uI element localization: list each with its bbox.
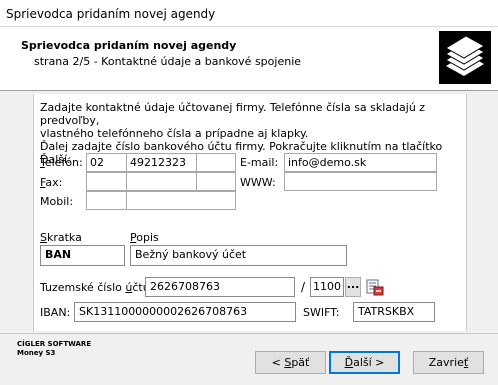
telefon-ext-input[interactable] (196, 153, 236, 172)
skratka-label: Skratka (40, 231, 82, 244)
popis-label: Popis (130, 231, 159, 244)
window-title: Sprievodca pridaním novej agendy (6, 7, 216, 21)
bank-code-input[interactable]: 1100 (310, 277, 344, 297)
skratka-input[interactable]: BAN (40, 245, 125, 266)
account-number-input[interactable]: 2626708763 (145, 277, 295, 297)
mobil-prefix-input[interactable] (86, 191, 127, 210)
fax-number-input[interactable] (126, 172, 197, 191)
intro-line-2: vlastného telefónneho čísla a prípadne a… (40, 127, 309, 140)
account-slash: / (301, 280, 306, 294)
swift-input[interactable]: TATRSKBX (353, 302, 435, 322)
fax-ext-input[interactable] (196, 172, 236, 191)
cancel-button[interactable]: Zavrieť (413, 351, 484, 374)
company-name: CÍGLER SOFTWARE Money S3 (17, 340, 91, 358)
account-label: Tuzemské číslo účtu: (40, 281, 154, 294)
www-label: WWW: (240, 176, 276, 189)
footer-separator (0, 333, 498, 334)
fax-label: Fax: (40, 176, 63, 189)
swift-label: SWIFT: (303, 306, 340, 319)
mobil-label: Mobil: (40, 195, 74, 208)
title-bar: Sprievodca pridaním novej agendy (0, 0, 498, 27)
iban-label: IBAN: (40, 306, 71, 319)
telefon-prefix-input[interactable]: 02 (86, 153, 127, 172)
intro-line-1: Zadajte kontaktné údaje účtovanej firmy.… (40, 101, 426, 127)
popis-input[interactable]: Bežný bankový účet (130, 245, 347, 266)
email-label: E-mail: (240, 156, 279, 169)
back-button[interactable]: < Späť (255, 351, 326, 374)
www-input[interactable] (284, 172, 437, 191)
telefon-number-input[interactable]: 49212323 (126, 153, 197, 172)
company-line-1: CÍGLER SOFTWARE (17, 340, 92, 348)
iban-input[interactable]: SK1311000000002626708763 (74, 302, 296, 322)
bank-code-browse-button[interactable]: ... (345, 277, 361, 297)
wizard-header: Sprievodca pridaním novej agendy strana … (0, 27, 498, 91)
company-line-2: Money S3 (17, 349, 56, 357)
next-button[interactable]: Ďalší > (329, 351, 400, 374)
email-input[interactable]: info@demo.sk (284, 153, 437, 172)
wizard-logo-icon (439, 31, 491, 84)
bank-list-icon[interactable] (366, 279, 384, 296)
mobil-number-input[interactable] (126, 191, 236, 210)
telefon-label: Telefón: (40, 156, 83, 169)
wizard-title: Sprievodca pridaním novej agendy (21, 39, 237, 52)
wizard-subtitle: strana 2/5 - Kontaktné údaje a bankové s… (34, 55, 302, 68)
fax-prefix-input[interactable] (86, 172, 127, 191)
